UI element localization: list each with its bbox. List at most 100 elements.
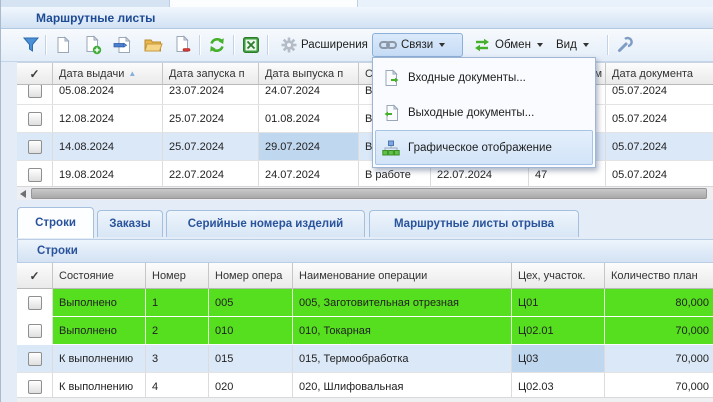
cell-issue-date[interactable]: 05.08.2024: [53, 85, 163, 104]
view-button[interactable]: Вид: [550, 33, 595, 57]
cell-number[interactable]: 4: [146, 373, 209, 400]
cell-quantity[interactable]: 70,000: [605, 317, 713, 344]
exchange-button-label: Обмен: [495, 39, 531, 51]
menu-item-graphic-view[interactable]: Графическое отображение: [375, 130, 593, 165]
open-folder-icon[interactable]: [141, 34, 165, 56]
check-column-header[interactable]: ✓: [17, 63, 53, 85]
row-checkbox-cell[interactable]: [17, 373, 53, 400]
checkbox[interactable]: [28, 85, 42, 98]
edit-document-icon[interactable]: [111, 34, 135, 56]
cell-doc-date[interactable]: 05.07.2024: [606, 85, 713, 104]
row-checkbox-cell[interactable]: [17, 133, 53, 160]
links-button[interactable]: Связи: [372, 33, 463, 57]
column-header-release-date[interactable]: Дата выпуска п: [259, 63, 359, 85]
cell-release-date[interactable]: 24.07.2024: [259, 161, 359, 188]
tab-orders[interactable]: Заказы: [97, 210, 163, 237]
cell-workshop[interactable]: Ц02.03: [512, 373, 605, 400]
cell-launch-date[interactable]: 23.07.2024: [163, 85, 259, 104]
cell-doc-date[interactable]: 05.07.2024: [606, 133, 713, 160]
checkbox[interactable]: [28, 168, 42, 182]
column-header-op-number[interactable]: Номер опера: [209, 263, 293, 289]
cell-doc-date[interactable]: 05.07.2024: [606, 161, 713, 188]
cell-state[interactable]: Выполнено: [53, 289, 146, 316]
checkbox[interactable]: [28, 140, 42, 154]
cell-op-name[interactable]: 020, Шлифовальная: [293, 373, 512, 400]
cell-issue-date[interactable]: 14.08.2024: [53, 133, 163, 160]
check-column-header[interactable]: ✓: [17, 263, 53, 289]
row-checkbox-cell[interactable]: [17, 289, 53, 316]
cell-issue-date[interactable]: 12.08.2024: [53, 105, 163, 132]
cell-number[interactable]: 1: [146, 289, 209, 316]
horizontal-scrollbar[interactable]: [17, 186, 713, 200]
column-header-workshop[interactable]: Цех, участок.: [512, 263, 605, 289]
cell-op-name[interactable]: 005, Заготовительная отрезная: [293, 289, 512, 316]
table-row[interactable]: 19.08.2024 22.07.2024 24.07.2024 В работ…: [17, 161, 713, 189]
table-row-done[interactable]: Выполнено 1 005 005, Заготовительная отр…: [17, 289, 713, 317]
row-checkbox-cell[interactable]: [17, 105, 53, 132]
tab-serial-numbers[interactable]: Серийные номера изделий: [166, 210, 365, 237]
cell-release-date-active[interactable]: 29.07.2024: [259, 133, 359, 160]
cell-quantity[interactable]: 70,000: [605, 373, 713, 400]
cell-issue-date[interactable]: 19.08.2024: [53, 161, 163, 188]
excel-export-icon[interactable]: [239, 34, 263, 56]
checkbox[interactable]: [28, 112, 42, 126]
exchange-button[interactable]: Обмен: [467, 33, 549, 57]
row-checkbox-cell[interactable]: [17, 85, 53, 104]
create-document-icon[interactable]: [51, 34, 75, 56]
cell-state[interactable]: К выполнению: [53, 373, 146, 400]
scroll-left-icon[interactable]: [20, 190, 26, 198]
table-row-selected[interactable]: К выполнению 3 015 015, Термообработка Ц…: [17, 345, 713, 373]
cell-op-number[interactable]: 015: [209, 345, 293, 372]
cell-op-name[interactable]: 015, Термообработка: [293, 345, 512, 372]
tab-tear-off-sheets[interactable]: Маршрутные листы отрыва: [369, 210, 579, 237]
refresh-icon[interactable]: [205, 34, 229, 56]
checkbox[interactable]: [28, 352, 42, 366]
cell-state[interactable]: К выполнению: [53, 345, 146, 372]
settings-wrench-icon[interactable]: [613, 34, 637, 56]
table-row-selected[interactable]: 14.08.2024 25.07.2024 29.07.2024 В работ…: [17, 133, 713, 161]
checkbox[interactable]: [28, 380, 42, 394]
cell-launch-date[interactable]: 25.07.2024: [163, 133, 259, 160]
column-header-launch-date[interactable]: Дата запуска п: [163, 63, 259, 85]
column-header-state[interactable]: Состояние: [53, 263, 146, 289]
column-header-op-name[interactable]: Наименование операции: [293, 263, 512, 289]
filter-icon[interactable]: [19, 34, 43, 56]
cell-workshop[interactable]: Ц02.01: [512, 317, 605, 344]
cell-workshop-active[interactable]: Ц03: [512, 345, 605, 372]
row-checkbox-cell[interactable]: [17, 161, 53, 188]
column-header-doc-date[interactable]: Дата документа: [606, 63, 713, 85]
cell-quantity[interactable]: 70,000: [605, 345, 713, 372]
checkbox[interactable]: [28, 324, 42, 338]
cell-doc-date[interactable]: 05.07.2024: [606, 105, 713, 132]
delete-document-icon[interactable]: [171, 34, 195, 56]
column-header-quantity[interactable]: Количество план: [605, 263, 713, 289]
table-row[interactable]: 12.08.2024 25.07.2024 01.08.2024 В работ…: [17, 105, 713, 133]
cell-op-number[interactable]: 010: [209, 317, 293, 344]
cell-release-date[interactable]: 24.07.2024: [259, 85, 359, 104]
column-header-number[interactable]: Номер: [146, 263, 209, 289]
cell-op-number[interactable]: 020: [209, 373, 293, 400]
tab-lines[interactable]: Строки: [17, 207, 94, 238]
row-checkbox-cell[interactable]: [17, 345, 53, 372]
cell-number[interactable]: 2: [146, 317, 209, 344]
table-row-done[interactable]: Выполнено 2 010 010, Токарная Ц02.01 70,…: [17, 317, 713, 345]
menu-item-input-documents[interactable]: Входные документы...: [375, 60, 593, 95]
cell-quantity[interactable]: 80,000: [605, 289, 713, 316]
column-header-issue-date[interactable]: Дата выдачи ▲: [53, 63, 163, 85]
scrollbar-thumb[interactable]: [31, 188, 707, 199]
cell-state[interactable]: Выполнено: [53, 317, 146, 344]
cell-launch-date[interactable]: 22.07.2024: [163, 161, 259, 188]
cell-op-name[interactable]: 010, Токарная: [293, 317, 512, 344]
extensions-button[interactable]: Расширения: [275, 33, 386, 57]
cell-number[interactable]: 3: [146, 345, 209, 372]
checkbox[interactable]: [28, 296, 42, 310]
cell-release-date[interactable]: 01.08.2024: [259, 105, 359, 132]
menu-item-label: Выходные документы...: [408, 107, 534, 119]
menu-item-output-documents[interactable]: Выходные документы...: [375, 95, 593, 130]
table-row[interactable]: 05.08.2024 23.07.2024 24.07.2024 В работ…: [17, 85, 713, 105]
cell-op-number[interactable]: 005: [209, 289, 293, 316]
row-checkbox-cell[interactable]: [17, 317, 53, 344]
cell-workshop[interactable]: Ц01: [512, 289, 605, 316]
cell-launch-date[interactable]: 25.07.2024: [163, 105, 259, 132]
copy-document-icon[interactable]: [81, 34, 105, 56]
